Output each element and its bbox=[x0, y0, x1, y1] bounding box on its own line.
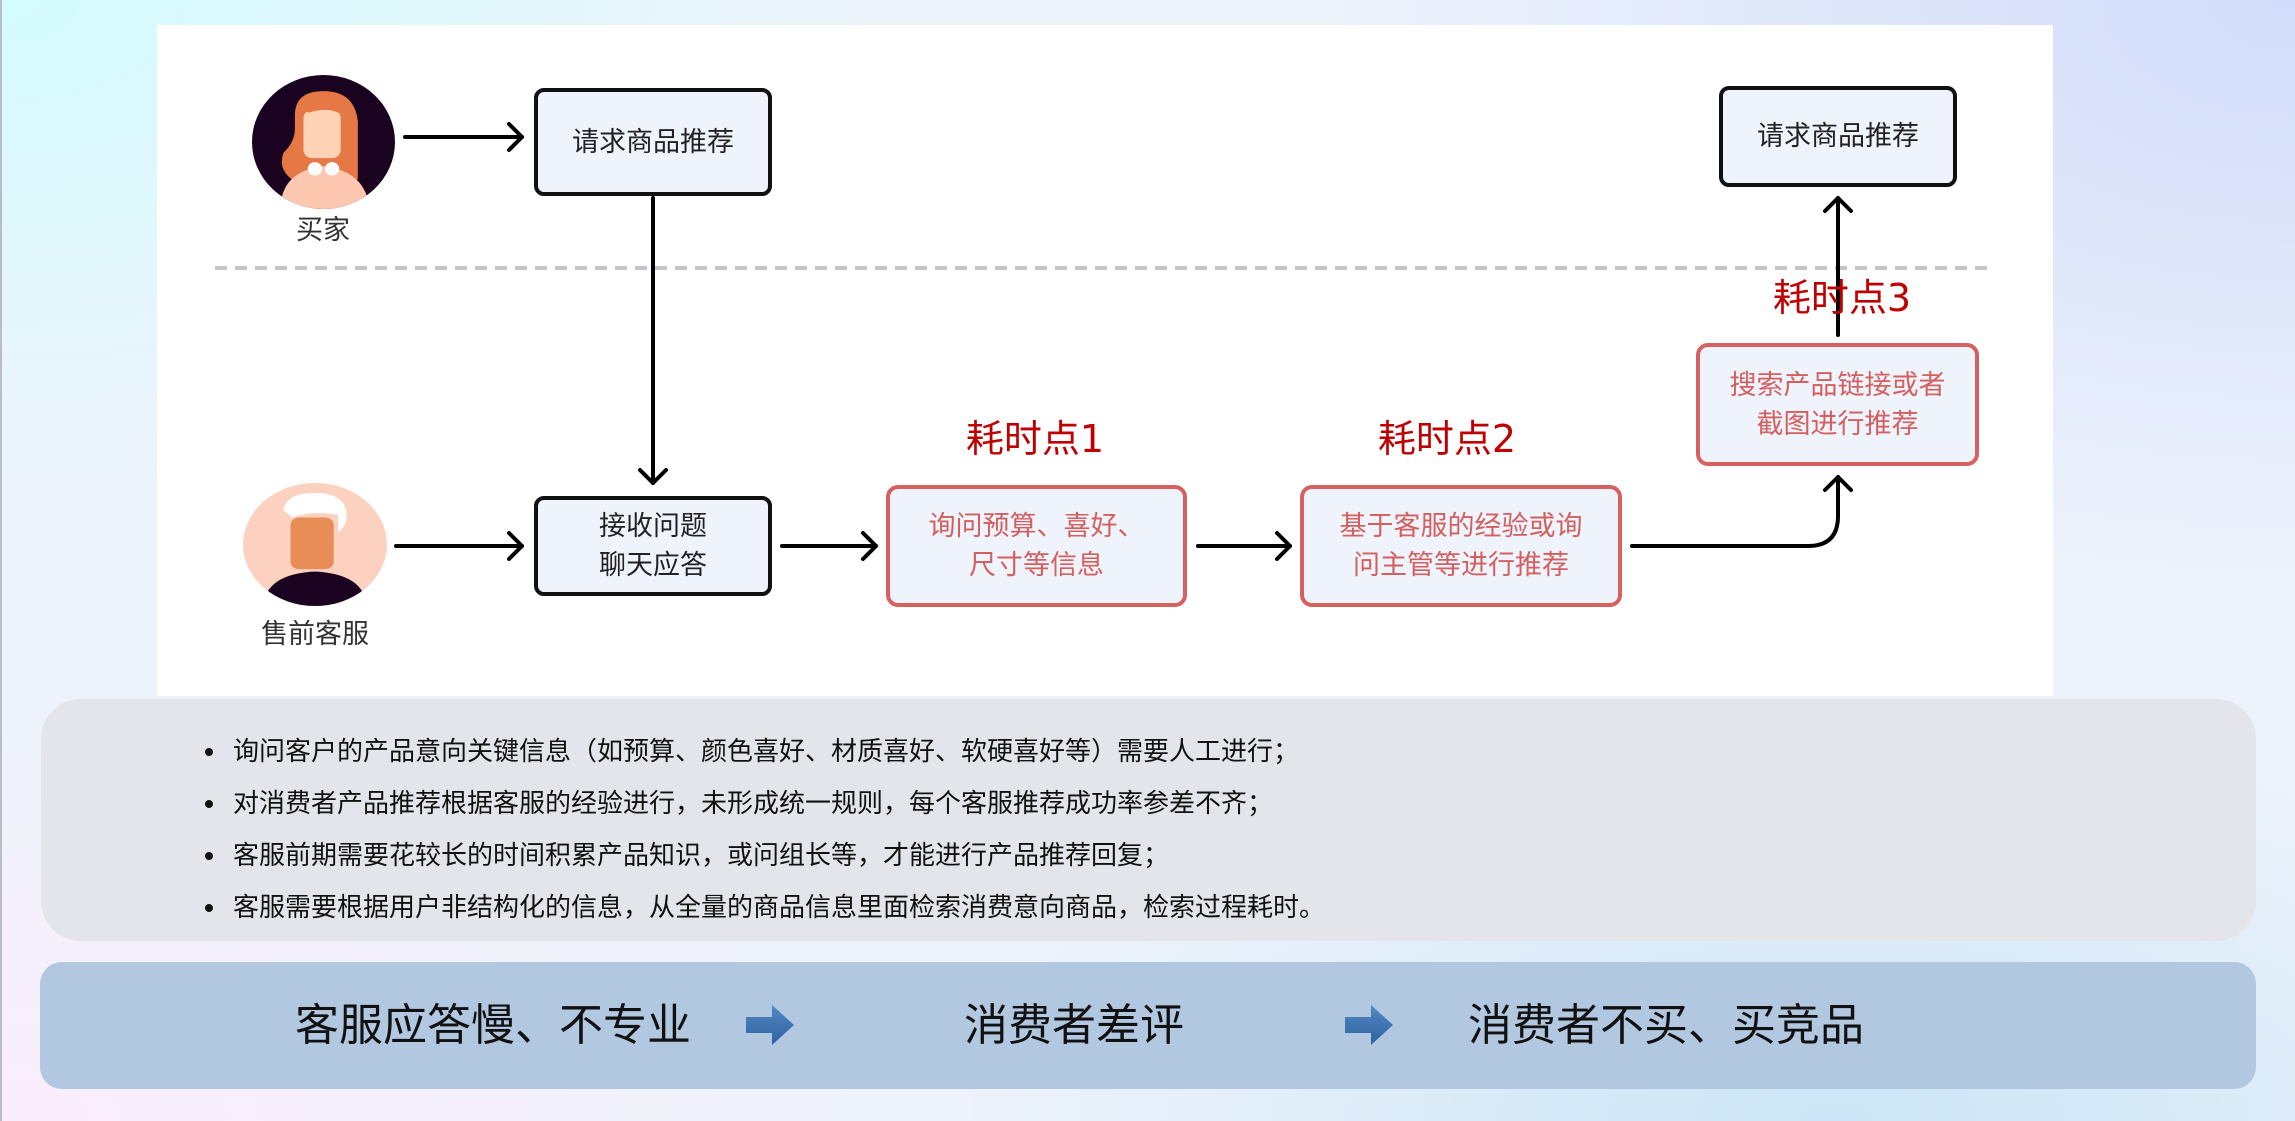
pain-point-text: 客服前期需要花较长的时间积累产品知识，或问组长等，才能进行产品推荐回复； bbox=[233, 841, 1170, 871]
impact-chain-bar: 客服应答慢、不专业 消费者差评 消费者不买、买竞品 bbox=[40, 962, 2256, 1089]
request-recommendation-node[interactable]: 请求商品推荐 bbox=[534, 88, 772, 196]
ask-info-line2: 尺寸等信息 bbox=[969, 550, 1104, 581]
ask-info-node[interactable]: 询问预算、喜好、 尺寸等信息 bbox=[886, 485, 1187, 607]
search-product-line2: 截图进行推荐 bbox=[1756, 408, 1919, 440]
result-recommendation-label: 请求商品推荐 bbox=[1757, 121, 1919, 152]
agent-label: 售前客服 bbox=[261, 619, 369, 650]
search-product-node[interactable]: 搜索产品链接或者 截图进行推荐 bbox=[1696, 343, 1979, 466]
receive-line2: 聊天应答 bbox=[599, 550, 707, 581]
buyer-avatar bbox=[252, 75, 395, 209]
experience-recommend-line2: 问主管等进行推荐 bbox=[1353, 550, 1569, 581]
buyer-label: 买家 bbox=[296, 215, 350, 246]
pain-point-item: 询问客户的产品意向关键信息（如预算、颜色喜好、材质喜好、软硬喜好等）需要人工进行… bbox=[205, 726, 1325, 778]
pain-point-item: 对消费者产品推荐根据客服的经验进行，未形成统一规则，每个客服推荐成功率参差不齐； bbox=[205, 778, 1325, 830]
pain-points-list: 询问客户的产品意向关键信息（如预算、颜色喜好、材质喜好、软硬喜好等）需要人工进行… bbox=[205, 726, 1325, 934]
result-recommendation-node[interactable]: 请求商品推荐 bbox=[1719, 86, 1957, 187]
right-arrow-icon bbox=[1345, 1005, 1393, 1045]
pain-point-item: 客服前期需要花较长的时间积累产品知识，或问组长等，才能进行产品推荐回复； bbox=[205, 830, 1325, 882]
impact-slow-service: 客服应答慢、不专业 bbox=[295, 1000, 691, 1051]
pain-point-text: 询问客户的产品意向关键信息（如预算、颜色喜好、材质喜好、软硬喜好等）需要人工进行… bbox=[233, 737, 1300, 767]
left-edge-rule bbox=[0, 0, 2, 1121]
impact-bad-review: 消费者差评 bbox=[964, 1000, 1184, 1051]
pain-point-text: 客服需要根据用户非结构化的信息，从全量的商品信息里面检索消费意向商品，检索过程耗… bbox=[233, 893, 1326, 923]
receive-question-node[interactable]: 接收问题 聊天应答 bbox=[534, 496, 772, 596]
ask-info-line1: 询问预算、喜好、 bbox=[928, 511, 1145, 542]
right-arrow-icon bbox=[746, 1005, 794, 1045]
experience-recommend-node[interactable]: 基于客服的经验或询 问主管等进行推荐 bbox=[1300, 485, 1622, 607]
female-user-avatar-icon bbox=[252, 75, 395, 209]
request-recommendation-label: 请求商品推荐 bbox=[572, 126, 734, 158]
bullet-icon bbox=[205, 800, 213, 808]
hotspot-label-1: 耗时点1 bbox=[965, 417, 1105, 461]
pain-points-panel: 询问客户的产品意向关键信息（如预算、颜色喜好、材质喜好、软硬喜好等）需要人工进行… bbox=[41, 699, 2256, 941]
impact-lost-sale: 消费者不买、买竞品 bbox=[1468, 1000, 1864, 1051]
pain-point-text: 对消费者产品推荐根据客服的经验进行，未形成统一规则，每个客服推荐成功率参差不齐； bbox=[233, 789, 1274, 819]
bullet-icon bbox=[205, 852, 213, 860]
pain-point-item: 客服需要根据用户非结构化的信息，从全量的商品信息里面检索消费意向商品，检索过程耗… bbox=[205, 882, 1325, 934]
hotspot-label-3: 耗时点3 bbox=[1772, 276, 1912, 320]
receive-line1: 接收问题 bbox=[599, 511, 707, 542]
bullet-icon bbox=[205, 904, 213, 912]
search-product-line1: 搜索产品链接或者 bbox=[1729, 369, 1946, 401]
agent-avatar bbox=[243, 483, 387, 606]
male-user-avatar-icon bbox=[243, 483, 387, 606]
experience-recommend-line1: 基于客服的经验或询 bbox=[1339, 511, 1583, 542]
bullet-icon bbox=[205, 748, 213, 756]
hotspot-label-2: 耗时点2 bbox=[1377, 417, 1517, 461]
